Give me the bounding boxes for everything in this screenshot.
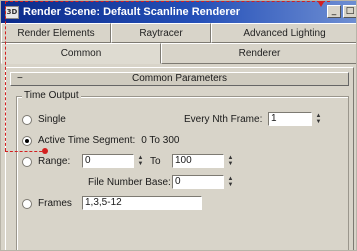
every-nth-field[interactable]: 1 <box>268 112 312 126</box>
minimize-icon[interactable]: _ <box>327 5 341 18</box>
annotation-pointer-icon <box>42 148 48 154</box>
file-base-field[interactable]: 0 <box>172 175 224 189</box>
annotation-line-vertical <box>5 1 6 151</box>
tab-common[interactable]: Common <box>1 43 161 64</box>
tab-advanced-lighting[interactable]: Advanced Lighting <box>211 23 356 43</box>
tab-renderer[interactable]: Renderer <box>161 43 356 64</box>
annotation-arrow-icon <box>315 1 327 7</box>
tab-row-back: Render Elements Raytracer Advanced Light… <box>1 23 356 43</box>
tab-raytracer[interactable]: Raytracer <box>111 23 211 43</box>
frames-option[interactable]: Frames <box>22 198 72 209</box>
tab-render-elements[interactable]: Render Elements <box>1 23 111 43</box>
active-segment-label: Active Time Segment: <box>38 135 136 146</box>
range-to-field[interactable]: 100 <box>172 154 224 168</box>
annotation-line-top <box>5 1 330 2</box>
spinner-arrows-icon[interactable]: ▲ ▼ <box>314 112 323 126</box>
tab-content: − Common Parameters Time Output Single E… <box>5 67 354 250</box>
annotation-line-horizontal <box>5 151 47 152</box>
maximize-icon[interactable]: □ <box>343 5 356 18</box>
frames-label: Frames <box>38 198 72 209</box>
title-bar[interactable]: 3D Render Scene: Default Scanline Render… <box>1 1 356 23</box>
spinner-arrows-icon[interactable]: ▲ ▼ <box>226 154 235 168</box>
range-option[interactable]: Range: <box>22 156 70 167</box>
range-label: Range: <box>38 156 71 167</box>
single-option[interactable]: Single <box>22 114 66 125</box>
spinner-arrows-icon[interactable]: ▲ ▼ <box>136 154 145 168</box>
single-label: Single <box>38 114 66 125</box>
time-output-label: Time Output <box>22 90 81 101</box>
spinner-arrows-icon[interactable]: ▲ ▼ <box>226 175 235 189</box>
frames-radio[interactable] <box>22 198 32 209</box>
range-to-spinner[interactable]: 100 ▲ ▼ <box>172 154 235 168</box>
render-scene-window: 3D Render Scene: Default Scanline Render… <box>0 0 357 251</box>
active-segment-option[interactable]: Active Time Segment: 0 To 300 <box>22 135 179 146</box>
tab-row-front: Common Renderer <box>1 43 356 64</box>
frames-field[interactable]: 1,3,5-12 <box>82 196 202 210</box>
every-nth-label: Every Nth Frame: <box>184 114 263 125</box>
common-parameters-rollout[interactable]: − Common Parameters <box>10 72 349 86</box>
range-radio[interactable] <box>22 156 32 167</box>
file-base-label: File Number Base: <box>88 177 171 188</box>
single-radio[interactable] <box>22 114 32 125</box>
range-from-spinner[interactable]: 0 ▲ ▼ <box>82 154 145 168</box>
window-title: Render Scene: Default Scanline Renderer <box>23 6 241 18</box>
app-icon: 3D <box>5 5 19 19</box>
every-nth-spinner[interactable]: 1 ▲ ▼ <box>268 112 323 126</box>
active-segment-radio[interactable] <box>22 135 32 146</box>
active-segment-value: 0 To 300 <box>141 135 180 146</box>
rollout-title: Common Parameters <box>131 73 228 84</box>
range-to-label: To <box>150 156 161 167</box>
range-from-field[interactable]: 0 <box>82 154 134 168</box>
file-base-spinner[interactable]: 0 ▲ ▼ <box>172 175 235 189</box>
